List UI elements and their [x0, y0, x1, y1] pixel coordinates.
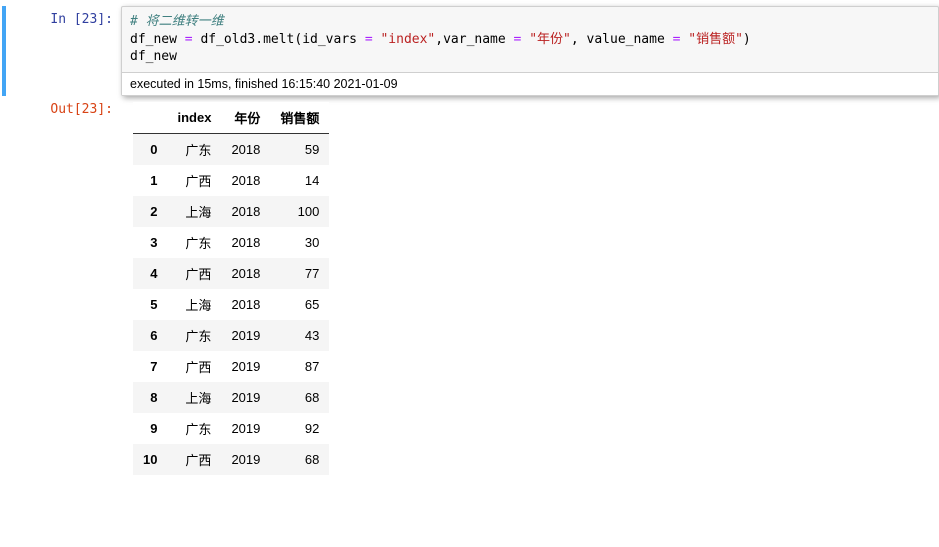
cell-year: 2019: [221, 320, 270, 351]
cell-sales: 59: [270, 133, 329, 165]
table-row: 4广西201877: [133, 258, 329, 289]
row-index: 8: [133, 382, 167, 413]
cell-sales: 65: [270, 289, 329, 320]
row-index: 3: [133, 227, 167, 258]
row-index: 9: [133, 413, 167, 444]
cell-index: 广西: [167, 258, 221, 289]
cell-year: 2019: [221, 444, 270, 475]
cell-sales: 100: [270, 196, 329, 227]
cell-year: 2018: [221, 258, 270, 289]
cell-year: 2019: [221, 413, 270, 444]
table-row: 5上海201865: [133, 289, 329, 320]
cell-index: 广西: [167, 351, 221, 382]
cell-sales: 43: [270, 320, 329, 351]
row-index: 7: [133, 351, 167, 382]
row-index: 10: [133, 444, 167, 475]
cell-sales: 68: [270, 444, 329, 475]
cell-index: 广东: [167, 413, 221, 444]
cell-sales: 30: [270, 227, 329, 258]
cell-year: 2019: [221, 382, 270, 413]
cell-sales: 87: [270, 351, 329, 382]
cell-index: 上海: [167, 382, 221, 413]
cell-sales: 14: [270, 165, 329, 196]
output-area: index 年份 销售额 0广东201859 1广西201814 2上海2018…: [121, 96, 329, 475]
row-index: 0: [133, 133, 167, 165]
row-index: 5: [133, 289, 167, 320]
cell-index: 广西: [167, 165, 221, 196]
dataframe-table: index 年份 销售额 0广东201859 1广西201814 2上海2018…: [133, 102, 329, 475]
cell-index: 广东: [167, 227, 221, 258]
cell-year: 2018: [221, 289, 270, 320]
table-row: 0广东201859: [133, 133, 329, 165]
cell-sales: 77: [270, 258, 329, 289]
table-row: 3广东201830: [133, 227, 329, 258]
cell-year: 2018: [221, 133, 270, 165]
table-header-year: 年份: [221, 102, 270, 134]
cell-index: 广东: [167, 320, 221, 351]
cell-index: 上海: [167, 196, 221, 227]
table-header-sales: 销售额: [270, 102, 329, 134]
cell-index: 上海: [167, 289, 221, 320]
table-header-blank: [133, 102, 167, 134]
table-row: 7广西201987: [133, 351, 329, 382]
cell-year: 2018: [221, 196, 270, 227]
execution-info: executed in 15ms, finished 16:15:40 2021…: [122, 72, 938, 95]
cell-sales: 68: [270, 382, 329, 413]
cell-index: 广东: [167, 133, 221, 165]
table-row: 6广东201943: [133, 320, 329, 351]
table-row: 10广西201968: [133, 444, 329, 475]
table-header-row: index 年份 销售额: [133, 102, 329, 134]
row-index: 1: [133, 165, 167, 196]
code-cell[interactable]: # 将二维转一维 df_new = df_old3.melt(id_vars =…: [121, 6, 939, 96]
output-prompt: Out[23]:: [6, 96, 121, 121]
cell-index: 广西: [167, 444, 221, 475]
row-index: 4: [133, 258, 167, 289]
input-prompt: In [23]:: [6, 6, 121, 96]
table-row: 1广西201814: [133, 165, 329, 196]
row-index: 2: [133, 196, 167, 227]
table-row: 8上海201968: [133, 382, 329, 413]
table-header-index: index: [167, 102, 221, 134]
cell-year: 2018: [221, 165, 270, 196]
table-row: 2上海2018100: [133, 196, 329, 227]
code-line-3: df_new: [130, 49, 177, 64]
cell-sales: 92: [270, 413, 329, 444]
cell-year: 2019: [221, 351, 270, 382]
cell-year: 2018: [221, 227, 270, 258]
code-content: # 将二维转一维 df_new = df_old3.melt(id_vars =…: [122, 7, 938, 72]
code-line-2: df_new = df_old3.melt(id_vars = "index",…: [130, 32, 751, 47]
code-comment: # 将二维转一维: [130, 14, 224, 29]
table-row: 9广东201992: [133, 413, 329, 444]
row-index: 6: [133, 320, 167, 351]
